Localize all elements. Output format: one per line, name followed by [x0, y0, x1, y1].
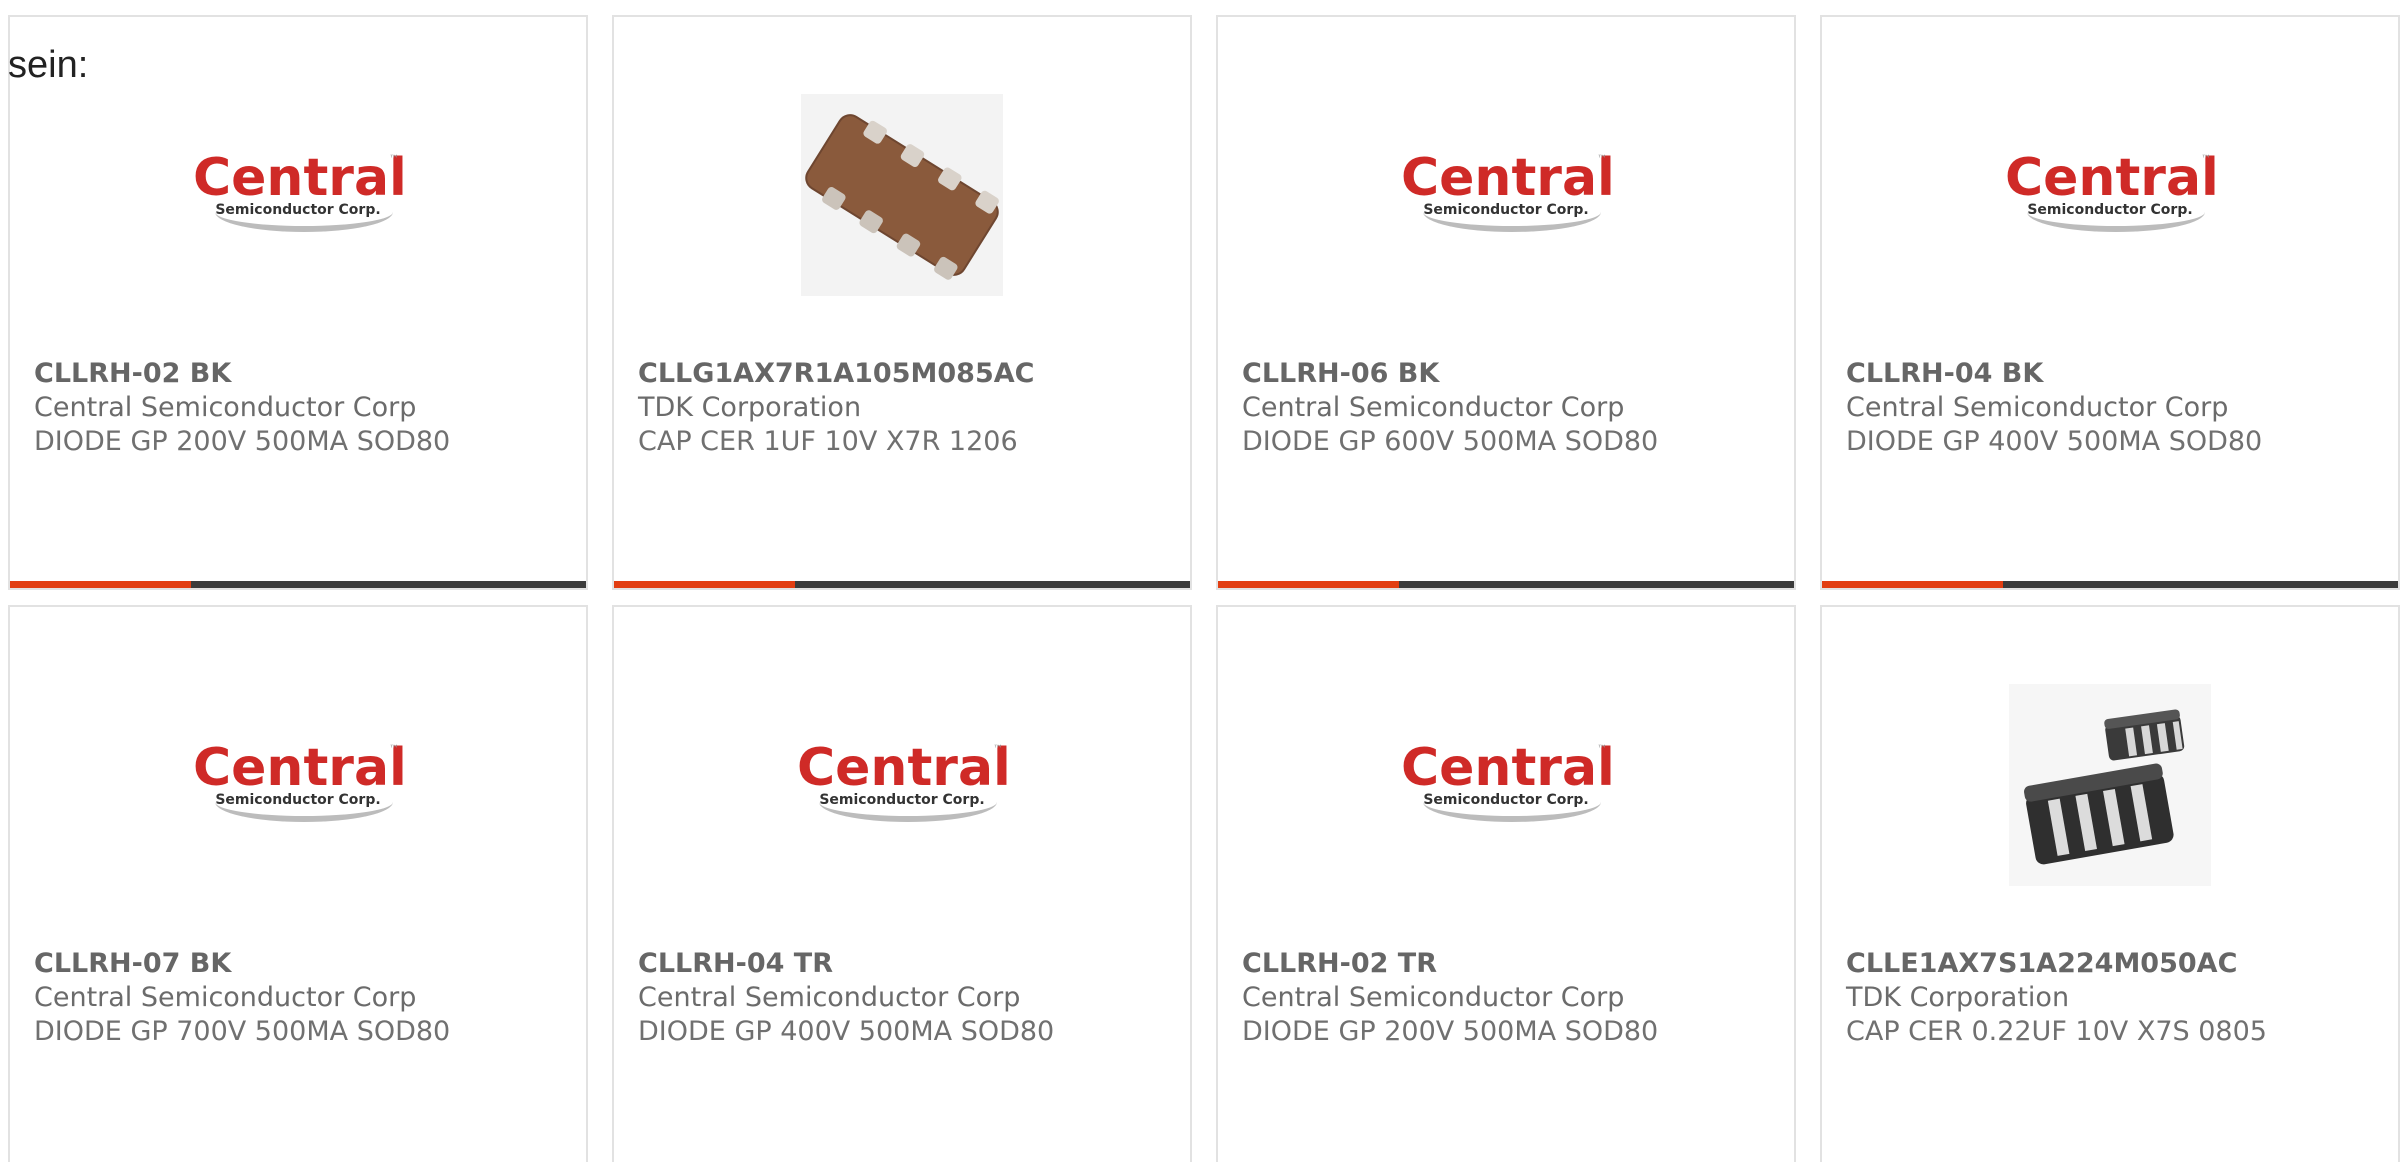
central-semiconductor-logo: Central ™ Semiconductor Corp.: [1401, 150, 1615, 240]
description: DIODE GP 200V 500MA SOD80: [1242, 1016, 1659, 1047]
part-number[interactable]: CLLRH-02 TR: [1242, 947, 1778, 981]
product-info: CLLE1AX7S1A224M050AC TDK Corporation CAP…: [1846, 947, 2382, 1049]
product-card[interactable]: CLLE1AX7S1A224M050AC TDK Corporation CAP…: [1820, 605, 2400, 1162]
product-info: CLLRH-02 TR Central Semiconductor Corp D…: [1242, 947, 1778, 1049]
manufacturer: Central Semiconductor Corp: [34, 982, 417, 1013]
part-number[interactable]: CLLG1AX7R1A105M085AC: [638, 357, 1174, 391]
product-grid: Central ™ Semiconductor Corp. CLLRH-02 B…: [8, 15, 2400, 1162]
card-accent-bar: [1218, 581, 1794, 588]
part-number[interactable]: CLLRH-02 BK: [34, 357, 570, 391]
product-card[interactable]: CLLG1AX7R1A105M085AC TDK Corporation CAP…: [612, 15, 1192, 590]
part-number[interactable]: CLLRH-04 BK: [1846, 357, 2382, 391]
card-accent-bar: [614, 581, 1190, 588]
product-info: CLLG1AX7R1A105M085AC TDK Corporation CAP…: [638, 357, 1174, 459]
description: DIODE GP 400V 500MA SOD80: [638, 1016, 1055, 1047]
central-semiconductor-logo: Central ™ Semiconductor Corp.: [2005, 150, 2219, 240]
part-number[interactable]: CLLRH-04 TR: [638, 947, 1174, 981]
manufacturer: TDK Corporation: [1846, 982, 2070, 1013]
manufacturer: Central Semiconductor Corp: [34, 392, 417, 423]
central-semiconductor-logo: Central ™ Semiconductor Corp.: [193, 150, 407, 240]
description: CAP CER 0.22UF 10V X7S 0805: [1846, 1016, 2267, 1047]
capacitor-array-image: [801, 94, 1003, 296]
product-image: Central ™ Semiconductor Corp.: [614, 670, 1190, 900]
product-image: Central ™ Semiconductor Corp.: [1218, 670, 1794, 900]
product-image: Central ™ Semiconductor Corp.: [10, 80, 586, 310]
product-info: CLLRH-07 BK Central Semiconductor Corp D…: [34, 947, 570, 1049]
manufacturer: TDK Corporation: [638, 392, 862, 423]
product-card[interactable]: Central ™ Semiconductor Corp. CLLRH-07 B…: [8, 605, 588, 1162]
description: DIODE GP 200V 500MA SOD80: [34, 426, 451, 457]
part-number[interactable]: CLLRH-06 BK: [1242, 357, 1778, 391]
product-image: Central ™ Semiconductor Corp.: [1822, 80, 2398, 310]
product-info: CLLRH-02 BK Central Semiconductor Corp D…: [34, 357, 570, 459]
product-image: Central ™ Semiconductor Corp.: [10, 670, 586, 900]
part-number[interactable]: CLLRH-07 BK: [34, 947, 570, 981]
central-semiconductor-logo: Central ™ Semiconductor Corp.: [193, 740, 407, 830]
product-card[interactable]: Central ™ Semiconductor Corp. CLLRH-02 B…: [8, 15, 588, 590]
description: DIODE GP 600V 500MA SOD80: [1242, 426, 1659, 457]
product-card[interactable]: Central ™ Semiconductor Corp. CLLRH-04 B…: [1820, 15, 2400, 590]
central-semiconductor-logo: Central ™ Semiconductor Corp.: [1401, 740, 1615, 830]
manufacturer: Central Semiconductor Corp: [638, 982, 1021, 1013]
manufacturer: Central Semiconductor Corp: [1242, 982, 1625, 1013]
description: DIODE GP 700V 500MA SOD80: [34, 1016, 451, 1047]
lead-text: sein:: [8, 44, 89, 86]
manufacturer: Central Semiconductor Corp: [1242, 392, 1625, 423]
product-grid-page: sein: Central ™ Semiconductor Corp. CLLR…: [0, 0, 2400, 1162]
product-card[interactable]: Central ™ Semiconductor Corp. CLLRH-04 T…: [612, 605, 1192, 1162]
product-image: Central ™ Semiconductor Corp.: [1218, 80, 1794, 310]
central-semiconductor-logo: Central ™ Semiconductor Corp.: [797, 740, 1011, 830]
product-card[interactable]: Central ™ Semiconductor Corp. CLLRH-02 T…: [1216, 605, 1796, 1162]
card-accent-bar: [10, 581, 586, 588]
description: CAP CER 1UF 10V X7R 1206: [638, 426, 1018, 457]
product-info: CLLRH-04 TR Central Semiconductor Corp D…: [638, 947, 1174, 1049]
description: DIODE GP 400V 500MA SOD80: [1846, 426, 2263, 457]
product-image: [614, 80, 1190, 310]
product-card[interactable]: Central ™ Semiconductor Corp. CLLRH-06 B…: [1216, 15, 1796, 590]
product-info: CLLRH-04 BK Central Semiconductor Corp D…: [1846, 357, 2382, 459]
capacitor-array-image: [2009, 684, 2211, 886]
part-number[interactable]: CLLE1AX7S1A224M050AC: [1846, 947, 2382, 981]
product-image: [1822, 670, 2398, 900]
card-accent-bar: [1822, 581, 2398, 588]
product-info: CLLRH-06 BK Central Semiconductor Corp D…: [1242, 357, 1778, 459]
manufacturer: Central Semiconductor Corp: [1846, 392, 2229, 423]
